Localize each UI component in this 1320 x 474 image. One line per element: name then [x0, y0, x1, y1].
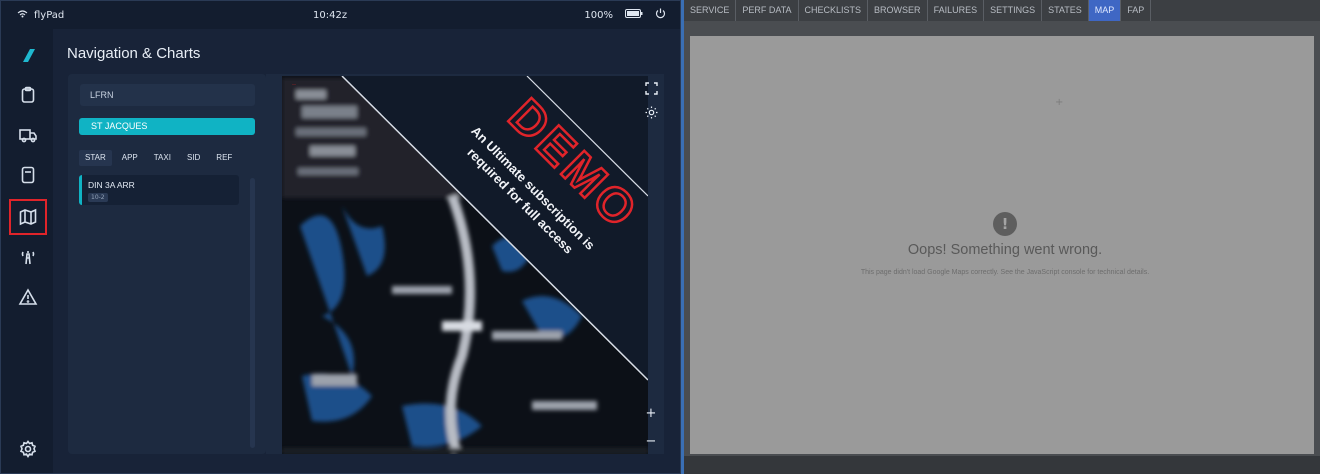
tab-settings[interactable]: SETTINGS — [984, 0, 1043, 21]
efb-bottom-bar — [684, 456, 1320, 474]
tower-icon[interactable] — [9, 239, 47, 275]
battery-level: 100% — [584, 9, 613, 21]
icao-search-input[interactable]: LFRN — [80, 84, 255, 106]
brand-label: flyPad — [34, 9, 65, 21]
tab-fap[interactable]: FAP — [1121, 0, 1152, 21]
chart-demo-graphic: — DEMO An Ultimate subscription is requi… — [282, 76, 648, 454]
flypad-window: flyPad 10:42z 100% Navigation & Charts L… — [0, 0, 681, 474]
chart-viewer: — DEMO An Ultimate subscription is requi… — [266, 74, 664, 454]
battery-icon — [625, 9, 643, 21]
chart-type-tabs: STAR APP TAXI SID REF — [79, 150, 259, 166]
power-icon[interactable] — [655, 8, 666, 22]
status-bar: flyPad 10:42z 100% — [1, 1, 680, 29]
chart-name: DIN 3A ARR — [88, 180, 135, 190]
brightness-icon[interactable] — [643, 106, 659, 122]
map-frame[interactable]: + ! Oops! Something went wrong. This pag… — [690, 36, 1314, 454]
main-content: Navigation & Charts LFRN ST JACQUES STAR… — [53, 29, 680, 473]
tab-sid[interactable]: SID — [181, 150, 206, 166]
zoom-in-button[interactable]: + — [643, 406, 659, 422]
tab-app[interactable]: APP — [116, 150, 144, 166]
zoom-out-button[interactable]: − — [643, 434, 659, 450]
airport-name-badge: ST JACQUES — [79, 118, 255, 135]
error-title: Oops! Something went wrong. — [907, 242, 1103, 258]
tab-service[interactable]: SERVICE — [684, 0, 737, 21]
chart-selection-panel: LFRN ST JACQUES STAR APP TAXI SID REF DI… — [68, 74, 266, 454]
error-icon: ! — [993, 212, 1017, 236]
sidebar — [1, 29, 53, 473]
list-scrollbar[interactable] — [250, 178, 255, 448]
efb-tab-bar: SERVICE PERF DATA CHECKLISTS BROWSER FAI… — [684, 0, 1320, 21]
truck-icon[interactable] — [9, 117, 47, 153]
tab-checklists[interactable]: CHECKLISTS — [799, 0, 869, 21]
tab-star[interactable]: STAR — [79, 150, 112, 166]
clipboard-icon[interactable] — [9, 77, 47, 113]
wifi-icon — [17, 9, 28, 21]
efb-window: SERVICE PERF DATA CHECKLISTS BROWSER FAI… — [684, 0, 1320, 474]
map-icon[interactable] — [9, 199, 47, 235]
tab-states[interactable]: STATES — [1042, 0, 1089, 21]
expand-icon[interactable] — [643, 82, 659, 98]
page-title: Navigation & Charts — [67, 45, 201, 62]
tab-taxi[interactable]: TAXI — [148, 150, 177, 166]
tab-ref[interactable]: REF — [210, 150, 238, 166]
list-item[interactable]: DIN 3A ARR 10-2 — [79, 175, 239, 205]
chart-controls-top — [643, 82, 659, 122]
crosshair-icon: + — [1055, 97, 1064, 108]
tab-perf-data[interactable]: PERF DATA — [736, 0, 799, 21]
calculator-icon[interactable] — [9, 157, 47, 193]
clock: 10:42z — [313, 9, 348, 21]
warning-icon[interactable] — [9, 279, 47, 315]
error-detail: This page didn't load Google Maps correc… — [860, 269, 1150, 276]
tab-browser[interactable]: BROWSER — [868, 0, 928, 21]
chart-header-note: — — [292, 81, 296, 86]
tab-map[interactable]: MAP — [1088, 0, 1122, 21]
settings-gear-icon[interactable] — [9, 431, 47, 467]
chart-zoom-controls: + − — [643, 406, 659, 450]
chart-image: — DEMO An Ultimate subscription is requi… — [282, 76, 648, 454]
chart-ref-badge: 10-2 — [88, 193, 108, 202]
tab-failures[interactable]: FAILURES — [928, 0, 985, 21]
logo-icon[interactable] — [9, 37, 47, 73]
